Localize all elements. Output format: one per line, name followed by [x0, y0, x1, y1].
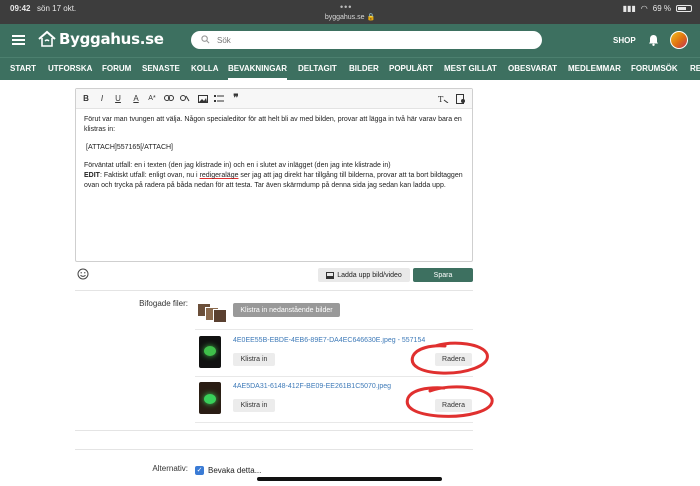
battery-icon — [676, 5, 692, 12]
watch-checkbox[interactable]: ✓ — [195, 466, 204, 475]
divider — [75, 290, 473, 291]
nav-item-senaste[interactable]: SENASTE — [142, 64, 180, 73]
upload-label: Ladda upp bild/video — [337, 271, 402, 279]
link-icon[interactable] — [164, 95, 176, 101]
attachment-filename[interactable]: 4AE5DA31-6148-412F-BE09-EE261B1C5070.jpe… — [233, 383, 473, 390]
divider — [75, 430, 473, 431]
clear-format-icon[interactable]: T — [438, 95, 450, 103]
nav-item-kolla[interactable]: KOLLA — [191, 64, 219, 73]
thumb-glow — [204, 346, 216, 356]
logo-text: Byggahus.se — [59, 30, 164, 48]
edit-label: EDIT — [84, 172, 100, 179]
nav-item-forumsok[interactable]: FORUMSÖK — [631, 64, 678, 73]
main-nav: START UTFORSKA FORUM SENASTE KOLLA BEVAK… — [0, 57, 700, 80]
italic-button[interactable]: I — [96, 93, 108, 105]
multitasking-dots-icon[interactable]: ••• — [340, 2, 352, 12]
home-indicator[interactable] — [257, 477, 442, 481]
message-editor[interactable]: B I U A A* ❞ T Förut var man tvungen att… — [75, 88, 473, 262]
nav-item-bevakningar[interactable]: BEVAKNINGAR — [228, 64, 287, 80]
nav-item-mest-gillat[interactable]: MEST GILLAT — [444, 64, 497, 73]
insert-button[interactable]: Klistra in — [233, 399, 275, 412]
thumb-glow — [204, 394, 216, 404]
nav-item-overflow[interactable]: RE — [690, 64, 700, 73]
attachment-thumbnail[interactable] — [199, 336, 221, 368]
status-bar: 09:42 sön 17 okt. ••• byggahus.se 🔒 ▮▮▮ … — [0, 0, 700, 24]
unlink-icon[interactable] — [180, 95, 192, 102]
site-logo[interactable]: Byggahus.se — [38, 30, 164, 48]
search-icon — [201, 35, 210, 44]
watch-label[interactable]: Bevaka detta... — [208, 466, 261, 475]
attachment-item: 4E0EE55B-EBDE-4EB6-89E7-DA4EC646630E.jpe… — [195, 331, 473, 377]
divider — [75, 449, 473, 450]
nav-item-obesvarat[interactable]: OBESVARAT — [508, 64, 557, 73]
upload-media-button[interactable]: Ladda upp bild/video — [318, 268, 410, 282]
status-time: 09:42 — [10, 4, 31, 13]
nav-item-medlemmar[interactable]: MEDLEMMAR — [568, 64, 621, 73]
status-date: sön 17 okt. — [37, 4, 77, 13]
insert-button[interactable]: Klistra in — [233, 353, 275, 366]
attachment-thumbnail[interactable] — [199, 382, 221, 414]
attachment-filename[interactable]: 4E0EE55B-EBDE-4EB6-89E7-DA4EC646630E.jpe… — [233, 337, 473, 344]
nav-item-utforska[interactable]: UTFORSKA — [48, 64, 92, 73]
search-input[interactable] — [217, 33, 517, 47]
attachments-header: Klistra in nedanstående bilder — [195, 297, 473, 330]
save-button[interactable]: Spara — [413, 268, 473, 282]
preview-icon[interactable] — [456, 94, 468, 104]
nav-item-bilder[interactable]: BILDER — [349, 64, 379, 73]
nav-item-popularat[interactable]: POPULÄRT — [389, 64, 433, 73]
search-bar[interactable] — [191, 31, 542, 49]
nav-item-deltagit[interactable]: DELTAGIT — [298, 64, 337, 73]
edit-link-word: redigeraläge — [199, 172, 239, 179]
browser-url[interactable]: byggahus.se 🔒 — [0, 13, 700, 21]
attachment-item: 4AE5DA31-6148-412F-BE09-EE261B1C5070.jpe… — [195, 377, 473, 423]
underline-button[interactable]: U — [112, 93, 124, 105]
list-icon[interactable] — [214, 95, 226, 103]
text-color-button[interactable]: A — [130, 93, 142, 105]
nav-item-start[interactable]: START — [10, 64, 36, 73]
quote-icon[interactable]: ❞ — [230, 93, 242, 105]
nav-item-forum[interactable]: FORUM — [102, 64, 131, 73]
edit-text-pre: : Faktiskt utfall: enligt ovan, nu i — [99, 172, 200, 179]
options-label: Alternativ: — [152, 464, 188, 473]
insert-all-button[interactable]: Klistra in nedanstående bilder — [233, 303, 340, 317]
shop-link[interactable]: SHOP — [613, 36, 636, 45]
bell-icon[interactable] — [648, 34, 659, 46]
bold-button[interactable]: B — [80, 93, 92, 105]
avatar[interactable] — [670, 31, 688, 49]
attachments-thumbnails — [197, 303, 227, 323]
editor-content[interactable]: Förut var man tvungen att välja. Någon s… — [76, 109, 472, 197]
signal-icon: ▮▮▮ — [622, 4, 636, 13]
delete-button[interactable]: Radera — [435, 399, 472, 412]
site-header: Byggahus.se SHOP — [0, 24, 700, 57]
smiley-icon[interactable] — [77, 268, 89, 280]
wifi-icon: ◠ — [640, 4, 648, 13]
editor-toolbar: B I U A A* ❞ T — [76, 89, 472, 109]
image-upload-icon — [326, 271, 335, 279]
svg-text:T: T — [438, 95, 444, 103]
image-icon[interactable] — [198, 95, 210, 103]
delete-button[interactable]: Radera — [435, 353, 472, 366]
attachments-label: Bifogade filer: — [139, 299, 188, 308]
font-size-button[interactable]: A* — [146, 93, 158, 105]
hamburger-menu-icon[interactable] — [12, 35, 25, 45]
house-logo-icon — [38, 30, 56, 47]
battery-percent: 69 % — [652, 4, 671, 13]
status-icons: ▮▮▮ ◠ 69 % — [623, 4, 692, 13]
paragraph-3: Förväntat utfall: en i texten (den jag k… — [84, 162, 391, 169]
attach-tag: [ATTACH]557165[/ATTACH] — [86, 144, 174, 151]
paragraph-1: Förut var man tvungen att välja. Någon s… — [84, 116, 462, 133]
edit-paragraph: EDIT: Faktiskt utfall: enligt ovan, nu i… — [84, 171, 464, 191]
